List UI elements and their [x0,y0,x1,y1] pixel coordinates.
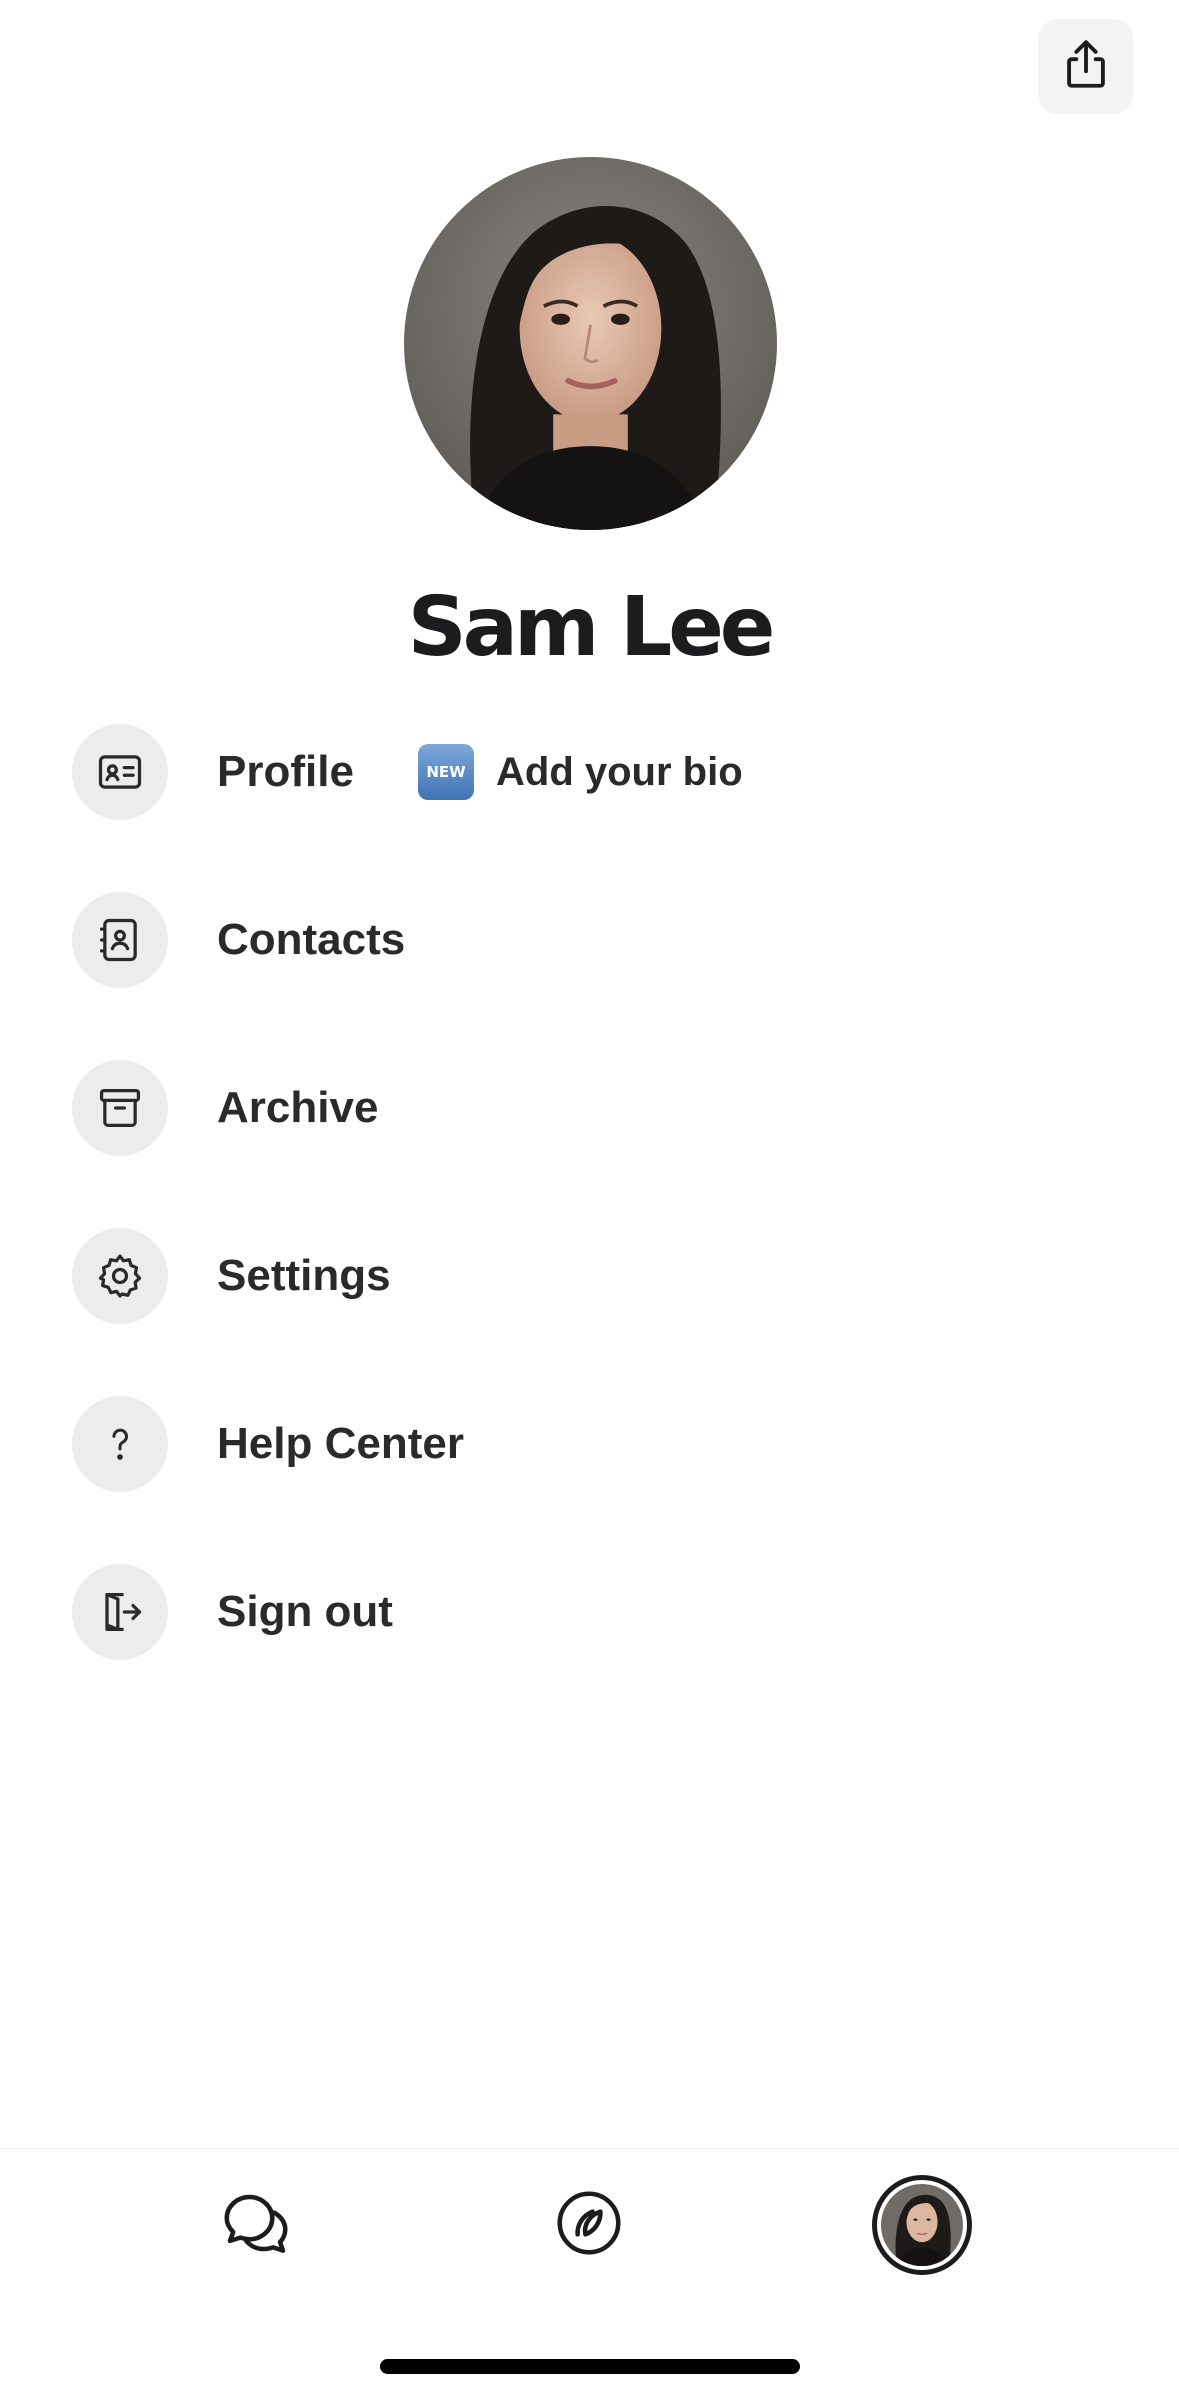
avatar [881,2184,963,2266]
tab-chats[interactable] [206,2175,306,2275]
home-indicator [380,2359,800,2374]
sign-out-icon [72,1564,168,1660]
chat-bubbles-icon [217,2184,295,2267]
menu-item-label: Settings [217,1251,391,1300]
tab-profile[interactable] [872,2175,972,2275]
menu-item-contacts[interactable]: Contacts [0,892,1179,988]
menu-item-label: Help Center [217,1419,464,1468]
share-button[interactable] [1038,19,1133,114]
tab-discover[interactable] [539,2175,639,2275]
gear-icon [72,1228,168,1324]
contacts-book-icon [72,892,168,988]
tab-bar [0,2148,1179,2397]
share-icon [1057,35,1115,98]
menu-item-settings[interactable]: Settings [0,1228,1179,1324]
menu-item-archive[interactable]: Archive [0,1060,1179,1156]
compass-icon [550,2184,628,2267]
menu-item-profile[interactable]: Profile NEW Add your bio [0,724,1179,820]
id-card-icon [72,724,168,820]
menu-item-label: Sign out [217,1587,393,1636]
menu-item-label: Profile [217,747,354,796]
archive-box-icon [72,1060,168,1156]
menu-item-help-center[interactable]: Help Center [0,1396,1179,1492]
add-bio-prompt[interactable]: NEW Add your bio [418,744,743,800]
profile-name: Sam Lee [407,580,776,675]
add-bio-text: Add your bio [496,749,743,794]
menu-item-label: Archive [217,1083,379,1132]
profile-avatar[interactable] [404,157,777,530]
menu-item-sign-out[interactable]: Sign out [0,1564,1179,1660]
menu-item-label: Contacts [217,915,406,964]
question-mark-icon [72,1396,168,1492]
new-badge: NEW [418,744,474,800]
